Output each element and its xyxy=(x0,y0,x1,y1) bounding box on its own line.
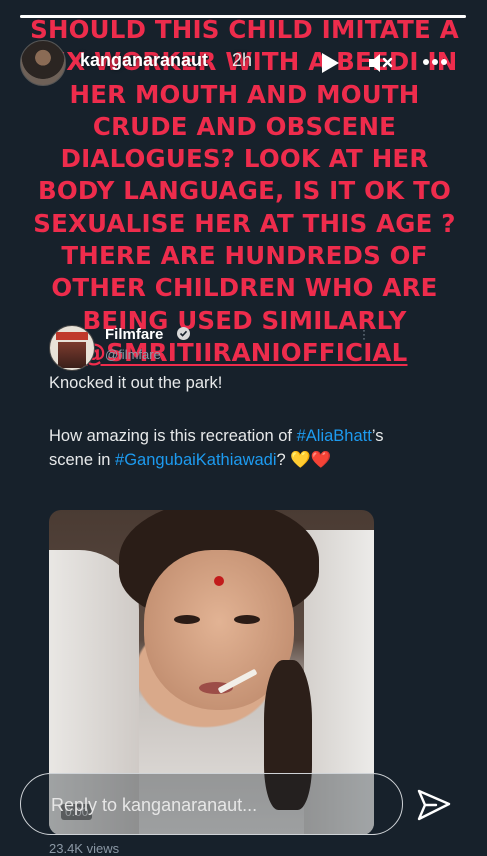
avatar[interactable] xyxy=(20,40,66,86)
tweet-text-line2: How amazing is this recreation of #AliaB… xyxy=(49,424,409,472)
story-username[interactable]: kanganaranaut xyxy=(80,50,208,71)
video-views-count: 23.4K views xyxy=(49,841,120,856)
story-time: 2h xyxy=(232,50,253,70)
more-horizontal-icon[interactable] xyxy=(422,52,448,77)
tweet-text-part: How amazing is this recreation of xyxy=(49,427,297,445)
speaker-muted-icon[interactable] xyxy=(368,52,394,79)
tweet-author-name: Filmfare xyxy=(105,326,164,343)
hashtag-gangubaikathiawadi: #GangubaiKathiawadi xyxy=(115,451,277,469)
more-vertical-icon: · · · xyxy=(362,323,366,345)
reply-input[interactable]: Reply to kanganaranaut... xyxy=(20,773,403,835)
send-paper-plane-icon[interactable] xyxy=(416,788,452,827)
eye xyxy=(234,615,260,624)
heart-emoji-icons: 💛❤️ xyxy=(290,451,332,469)
play-icon[interactable] xyxy=(320,52,340,79)
filmfare-avatar xyxy=(49,325,95,371)
tweet-text-line1: Knocked it out the park! xyxy=(49,374,223,392)
hashtag-aliabhatt: #AliaBhatt xyxy=(296,427,372,445)
tweet-author-handle: @filmfare xyxy=(105,347,161,362)
reply-placeholder: Reply to kanganaranaut... xyxy=(51,795,258,815)
tweet-text-part: ? xyxy=(276,451,291,469)
eye xyxy=(174,615,200,624)
story-header: kanganaranaut 2h xyxy=(20,40,470,86)
filmfare-avatar-image xyxy=(58,342,86,368)
verified-badge-icon xyxy=(177,327,190,340)
bindi xyxy=(214,576,224,586)
filmfare-logo xyxy=(56,332,88,340)
